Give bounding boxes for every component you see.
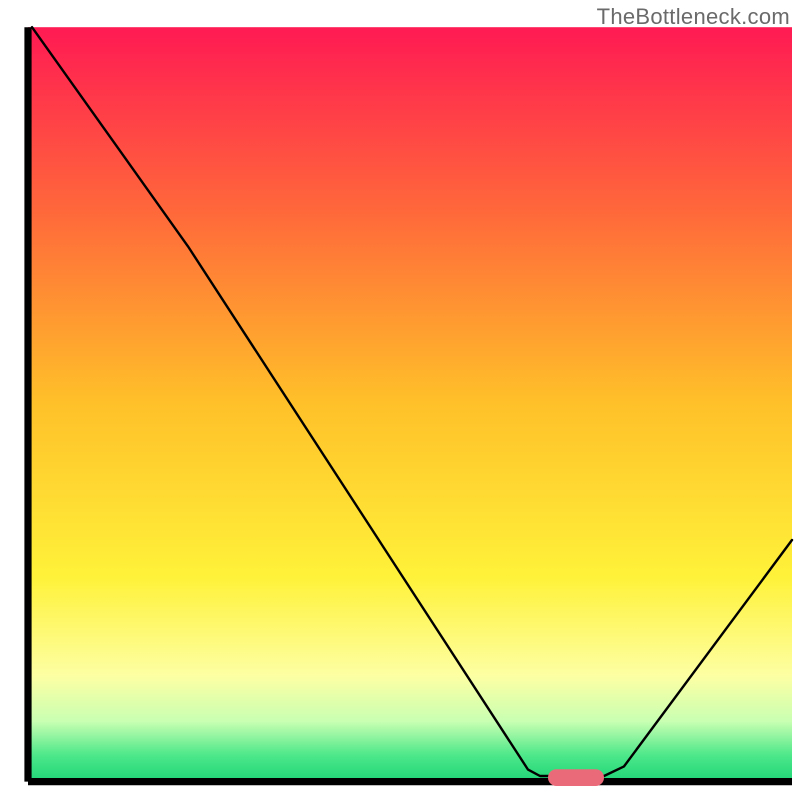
watermark-label: TheBottleneck.com [597, 4, 790, 30]
chart-stage: TheBottleneck.com [0, 0, 800, 800]
optimal-marker [548, 769, 604, 786]
plot-background [28, 27, 792, 781]
chart-svg [0, 0, 800, 800]
